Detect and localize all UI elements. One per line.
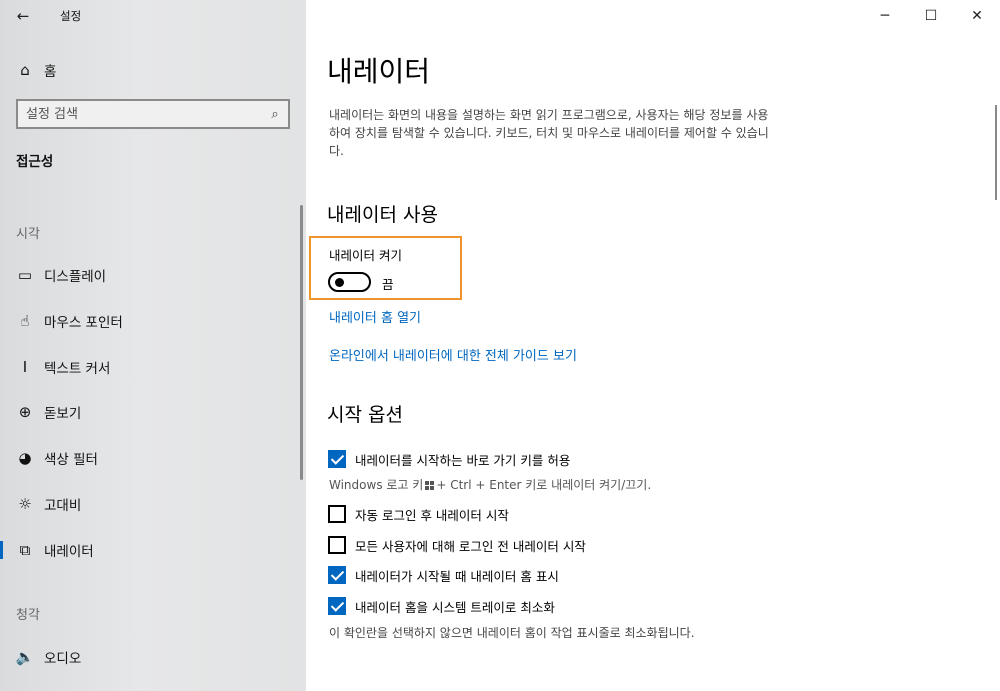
shortcut-hint: Windows 로고 키 + Ctrl + Enter 키로 내레이터 켜기/끄기… [329,476,651,494]
close-icon[interactable]: ✕ [954,0,1000,32]
checkbox[interactable] [328,597,346,615]
tray-hint: 이 확인란을 선택하지 않으면 내레이터 홈이 작업 표시줄로 최소화됩니다. [329,626,695,640]
toggle-knob [335,278,344,287]
sidebar-item-mouse-pointer[interactable]: ☝ 마우스 포인터 [0,303,300,339]
sidebar-item-label: 오디오 [44,651,82,667]
app-title: 설정 [60,9,82,23]
sidebar-item-label: 색상 필터 [44,452,98,468]
windows-logo-icon [425,481,435,490]
sidebar-item-color-filter[interactable]: ◕ 색상 필터 [0,440,300,476]
checkbox-label: 내레이터가 시작될 때 내레이터 홈 표시 [355,568,559,584]
high-contrast-icon: ☼ [18,495,32,513]
window-controls: ─ ☐ ✕ [862,0,1000,32]
section-heading-hearing: 청각 [16,608,40,623]
minimize-icon[interactable]: ─ [862,0,908,32]
narrator-icon: ⧉ [19,541,31,559]
sidebar-item-label: 고대비 [44,498,82,514]
checkbox-label: 모든 사용자에 대해 로그인 전 내레이터 시작 [355,538,586,554]
section-title-use: 내레이터 사용 [327,204,438,226]
option-start-after-signin[interactable]: 자동 로그인 후 내레이터 시작 [328,503,509,525]
main-scrollbar[interactable] [995,105,997,200]
back-arrow-icon[interactable]: ← [10,5,36,27]
toggle-state-text: 끔 [382,277,394,292]
narrator-toggle-label: 내레이터 켜기 [329,248,402,263]
sidebar-item-label: 텍스트 커서 [44,361,111,377]
checkbox[interactable] [328,566,346,584]
shortcut-hint-text: Windows 로고 키 [329,478,424,492]
sidebar-item-label: 돋보기 [44,406,82,422]
search-box[interactable]: ⌕ [16,99,290,129]
color-filter-icon: ◕ [18,449,32,467]
checkbox-label: 내레이터 홈을 시스템 트레이로 최소화 [355,599,555,615]
search-input[interactable] [18,101,262,127]
option-show-home-on-start[interactable]: 내레이터가 시작될 때 내레이터 홈 표시 [328,564,559,586]
sidebar-scrollbar[interactable] [300,205,303,480]
open-narrator-home-link[interactable]: 내레이터 홈 열기 [329,307,421,326]
checkbox[interactable] [328,450,346,468]
sidebar-item-label: 내레이터 [44,544,94,560]
home-icon: ⌂ [20,61,30,79]
sidebar-item-narrator[interactable]: ⧉ 내레이터 [0,532,300,568]
sidebar-item-label: 마우스 포인터 [44,315,123,331]
option-start-before-signin[interactable]: 모든 사용자에 대해 로그인 전 내레이터 시작 [328,534,586,556]
mouse-pointer-icon: ☝ [20,312,30,330]
checkbox-label: 내레이터를 시작하는 바로 가기 키를 허용 [355,452,571,468]
checkbox-label: 자동 로그인 후 내레이터 시작 [355,507,509,523]
sidebar-item-label: 홈 [44,64,57,80]
sidebar-item-display[interactable]: ▭ 디스플레이 [0,257,300,293]
checkbox[interactable] [328,536,346,554]
display-icon: ▭ [17,266,33,284]
sidebar-item-audio[interactable]: 🔈 오디오 [0,639,300,675]
sidebar-item-home[interactable]: ⌂ 홈 [0,52,300,88]
maximize-icon[interactable]: ☐ [908,0,954,32]
sidebar-item-magnifier[interactable]: ⊕ 돋보기 [0,394,300,430]
narrator-guide-link[interactable]: 온라인에서 내레이터에 대한 전체 가이드 보기 [329,345,577,364]
sidebar-item-text-cursor[interactable]: I 텍스트 커서 [0,349,300,385]
section-title-startup: 시작 옵션 [327,404,403,426]
option-shortcut-key[interactable]: 내레이터를 시작하는 바로 가기 키를 허용 [328,448,570,470]
sidebar-item-label: 디스플레이 [44,269,107,285]
sidebar-item-high-contrast[interactable]: ☼ 고대비 [0,486,300,522]
main-content: ─ ☐ ✕ 내레이터 내레이터는 화면의 내용을 설명하는 화면 읽기 프로그램… [306,0,1000,691]
page-description: 내레이터는 화면의 내용을 설명하는 화면 읽기 프로그램으로, 사용자는 해당… [329,108,769,158]
section-heading-vision: 시각 [16,227,40,242]
shortcut-hint-text: + Ctrl + Enter 키로 내레이터 켜기/끄기. [436,478,652,492]
option-minimize-to-tray[interactable]: 내레이터 홈을 시스템 트레이로 최소화 [328,595,555,617]
sidebar: ← 설정 ⌂ 홈 ⌕ 접근성 시각 ▭ 디스플레이 ☝ 마우스 포인터 I 텍스… [0,0,306,691]
audio-icon: 🔈 [15,648,35,666]
page-title: 내레이터 [327,55,431,88]
magnifier-icon: ⊕ [18,403,32,421]
search-icon[interactable]: ⌕ [262,107,288,122]
checkbox[interactable] [328,505,346,523]
category-heading: 접근성 [16,154,54,170]
narrator-toggle[interactable] [328,272,371,292]
text-cursor-icon: I [22,358,28,376]
